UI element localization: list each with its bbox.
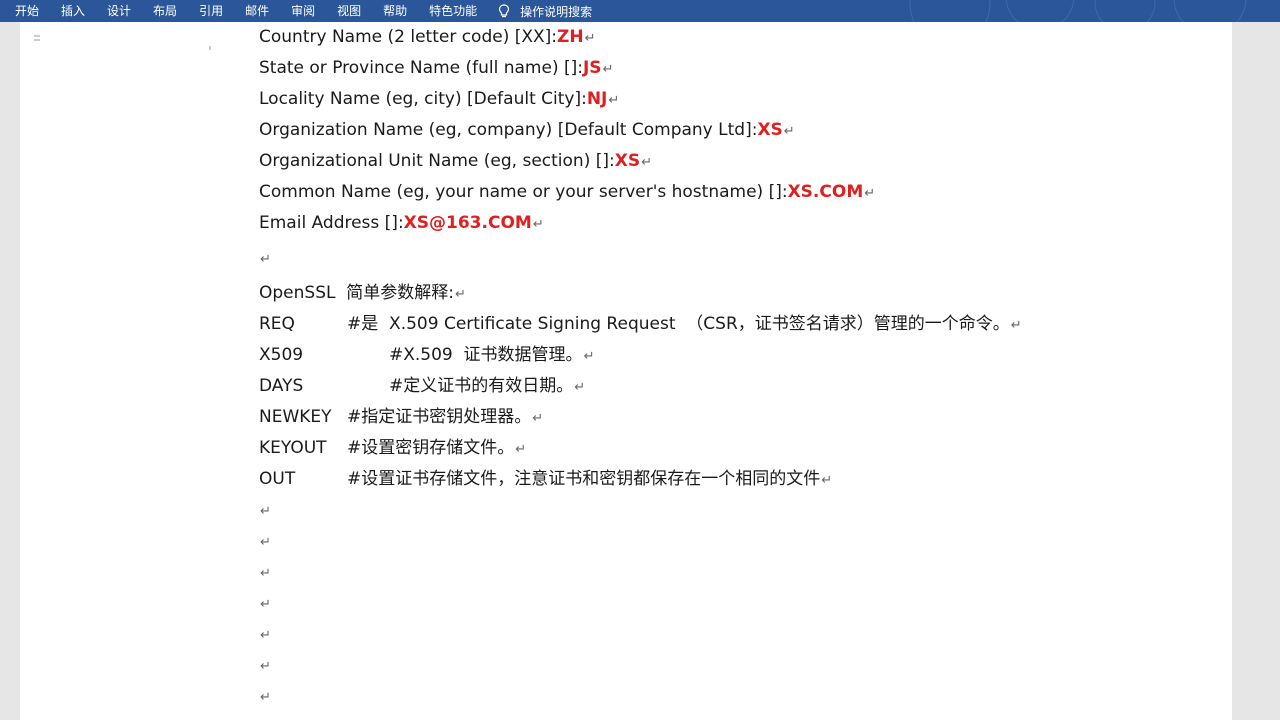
field-value: JS <box>582 58 602 78</box>
empty-paragraph: ↵ <box>259 495 1219 526</box>
field-value: XS@163.COM <box>403 213 532 233</box>
paragraph-mark-icon: ↵ <box>260 252 271 267</box>
paragraph-mark-icon: ↵ <box>260 597 271 612</box>
paragraph-mark-icon: ↵ <box>583 349 595 364</box>
param-name: NEWKEY <box>259 407 332 427</box>
param-line: NEWKEY #指定证书密钥处理器。↵ <box>259 402 1219 433</box>
tab-layout[interactable]: 布局 <box>142 0 188 22</box>
empty-paragraph: ↵ <box>259 557 1219 588</box>
param-name: REQ <box>259 314 295 334</box>
tab-special-features[interactable]: 特色功能 <box>418 0 488 22</box>
tab-insert[interactable]: 插入 <box>50 0 96 22</box>
paragraph-mark-icon: ↵ <box>641 155 653 170</box>
paragraph-mark-icon: ↵ <box>532 411 544 426</box>
param-desc: #X.509 证书数据管理。 <box>389 345 583 365</box>
lightbulb-icon <box>499 4 510 18</box>
param-name: OUT <box>259 469 296 489</box>
field-label: State or Province Name (full name) []: <box>259 58 583 78</box>
param-line: X509 #X.509 证书数据管理。↵ <box>259 340 1219 371</box>
tab-design[interactable]: 设计 <box>96 0 142 22</box>
param-desc: #指定证书密钥处理器。 <box>347 407 532 427</box>
margin-corner-mark <box>34 35 40 41</box>
param-line: KEYOUT #设置密钥存储文件。↵ <box>259 433 1219 464</box>
ribbon-tabs: 开始 插入 设计 布局 引用 邮件 审阅 视图 帮助 特色功能 <box>0 0 488 22</box>
param-desc: #定义证书的有效日期。 <box>389 376 574 396</box>
paragraph-mark-icon: ↵ <box>821 473 833 488</box>
paragraph-mark-icon: ↵ <box>1010 318 1022 333</box>
field-value: ZH <box>557 27 584 47</box>
field-value: XS.COM <box>787 182 864 202</box>
paragraph-mark-icon: ↵ <box>455 287 466 302</box>
paragraph-mark-icon: ↵ <box>260 566 271 581</box>
document-body: Country Name (2 letter code) [XX]:ZH↵ St… <box>259 22 1219 712</box>
field-line: Organization Name (eg, company) [Default… <box>259 115 1219 146</box>
param-desc: #设置密钥存储文件。 <box>347 438 515 458</box>
paragraph-mark-icon: ↵ <box>260 504 271 519</box>
section-title: OpenSSL 简单参数解释: <box>259 283 454 303</box>
field-value: XS <box>614 151 641 171</box>
tab-view[interactable]: 视图 <box>326 0 372 22</box>
field-line: Email Address []:XS@163.COM↵ <box>259 208 1219 239</box>
paragraph-mark-icon: ↵ <box>260 690 271 705</box>
section-title-line: OpenSSL 简单参数解释:↵ <box>259 278 1219 309</box>
field-line: Locality Name (eg, city) [Default City]:… <box>259 84 1219 115</box>
paragraph-mark-icon: ↵ <box>584 31 596 46</box>
empty-paragraph: ↵ <box>259 619 1219 650</box>
field-label: Locality Name (eg, city) [Default City]: <box>259 89 587 109</box>
tab-mailings[interactable]: 邮件 <box>234 0 280 22</box>
ribbon-bar: 开始 插入 设计 布局 引用 邮件 审阅 视图 帮助 特色功能 操作说明搜索 <box>0 0 1280 22</box>
field-label: Organization Name (eg, company) [Default… <box>259 120 758 140</box>
paragraph-mark-icon: ↵ <box>574 380 586 395</box>
param-line: REQ #是 X.509 Certificate Signing Request … <box>259 309 1219 340</box>
paragraph-mark-icon: ↵ <box>608 93 620 108</box>
paragraph-mark-icon: ↵ <box>532 217 544 232</box>
param-name: DAYS <box>259 376 304 396</box>
empty-paragraph: ↵ <box>259 588 1219 619</box>
param-line: DAYS #定义证书的有效日期。↵ <box>259 371 1219 402</box>
tell-me-search[interactable]: 操作说明搜索 <box>488 0 592 22</box>
tell-me-label: 操作说明搜索 <box>520 4 593 19</box>
paragraph-mark-icon: ↵ <box>260 535 271 550</box>
empty-paragraph: ↵ <box>259 681 1219 712</box>
param-desc: #是 X.509 Certificate Signing Request （CS… <box>347 314 1010 334</box>
tab-review[interactable]: 审阅 <box>280 0 326 22</box>
field-label: Common Name (eg, your name or your serve… <box>259 182 788 202</box>
param-desc: #设置证书存储文件，注意证书和密钥都保存在一个相同的文件 <box>347 469 821 489</box>
field-label: Organizational Unit Name (eg, section) [… <box>259 151 615 171</box>
margin-corner-mark <box>209 46 211 50</box>
field-line: Common Name (eg, your name or your serve… <box>259 177 1219 208</box>
field-line: Organizational Unit Name (eg, section) [… <box>259 146 1219 177</box>
tab-references[interactable]: 引用 <box>188 0 234 22</box>
empty-paragraph: ↵ <box>259 650 1219 681</box>
paragraph-mark-icon: ↵ <box>260 628 271 643</box>
param-name: KEYOUT <box>259 438 327 458</box>
empty-paragraph: ↵ <box>259 526 1219 557</box>
param-line: OUT #设置证书存储文件，注意证书和密钥都保存在一个相同的文件↵ <box>259 464 1219 495</box>
document-page[interactable]: Country Name (2 letter code) [XX]:ZH↵ St… <box>20 22 1232 720</box>
tab-help[interactable]: 帮助 <box>372 0 418 22</box>
field-line: State or Province Name (full name) []:JS… <box>259 53 1219 84</box>
field-label: Country Name (2 letter code) [XX]: <box>259 27 558 47</box>
ribbon-decoration <box>909 0 1247 22</box>
field-value: NJ <box>586 89 608 109</box>
tab-home[interactable]: 开始 <box>4 0 50 22</box>
vertical-scroll-area[interactable] <box>1232 22 1280 720</box>
param-name: X509 <box>259 345 304 365</box>
field-line: Country Name (2 letter code) [XX]:ZH↵ <box>259 22 1219 53</box>
paragraph-mark-icon: ↵ <box>515 442 527 457</box>
paragraph-mark-icon: ↵ <box>602 62 614 77</box>
paragraph-mark-icon: ↵ <box>260 659 271 674</box>
paragraph-mark-icon: ↵ <box>783 124 795 139</box>
field-label: Email Address []: <box>259 213 404 233</box>
field-value: XS <box>757 120 783 140</box>
paragraph-mark-icon: ↵ <box>864 186 876 201</box>
empty-paragraph: ↵ <box>259 239 1219 278</box>
